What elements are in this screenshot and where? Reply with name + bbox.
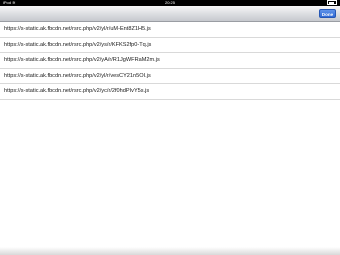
list-item[interactable]: https://s-static.ak.fbcdn.net/rsrc.php/v… [0,22,340,38]
list-item[interactable]: https://s-static.ak.fbcdn.net/rsrc.php/v… [0,69,340,84]
list-item-url: https://s-static.ak.fbcdn.net/rsrc.php/v… [4,26,151,32]
list-item[interactable]: https://s-static.ak.fbcdn.net/rsrc.php/v… [0,53,340,69]
script-url-list: https://s-static.ak.fbcdn.net/rsrc.php/v… [0,22,340,100]
list-item-url: https://s-static.ak.fbcdn.net/rsrc.php/v… [4,88,150,94]
done-button[interactable]: Done [319,9,336,18]
list-item[interactable]: https://s-static.ak.fbcdn.net/rsrc.php/v… [0,38,340,53]
bottom-edge-shadow [0,247,340,255]
list-item[interactable]: https://s-static.ak.fbcdn.net/rsrc.php/v… [0,84,340,100]
list-item-url: https://s-static.ak.fbcdn.net/rsrc.php/v… [4,41,152,48]
list-item-url: https://s-static.ak.fbcdn.net/rsrc.php/v… [4,72,151,79]
list-item-url: https://s-static.ak.fbcdn.net/rsrc.php/v… [4,57,160,63]
navigation-bar: Done [0,6,340,22]
battery-icon [327,0,337,6]
